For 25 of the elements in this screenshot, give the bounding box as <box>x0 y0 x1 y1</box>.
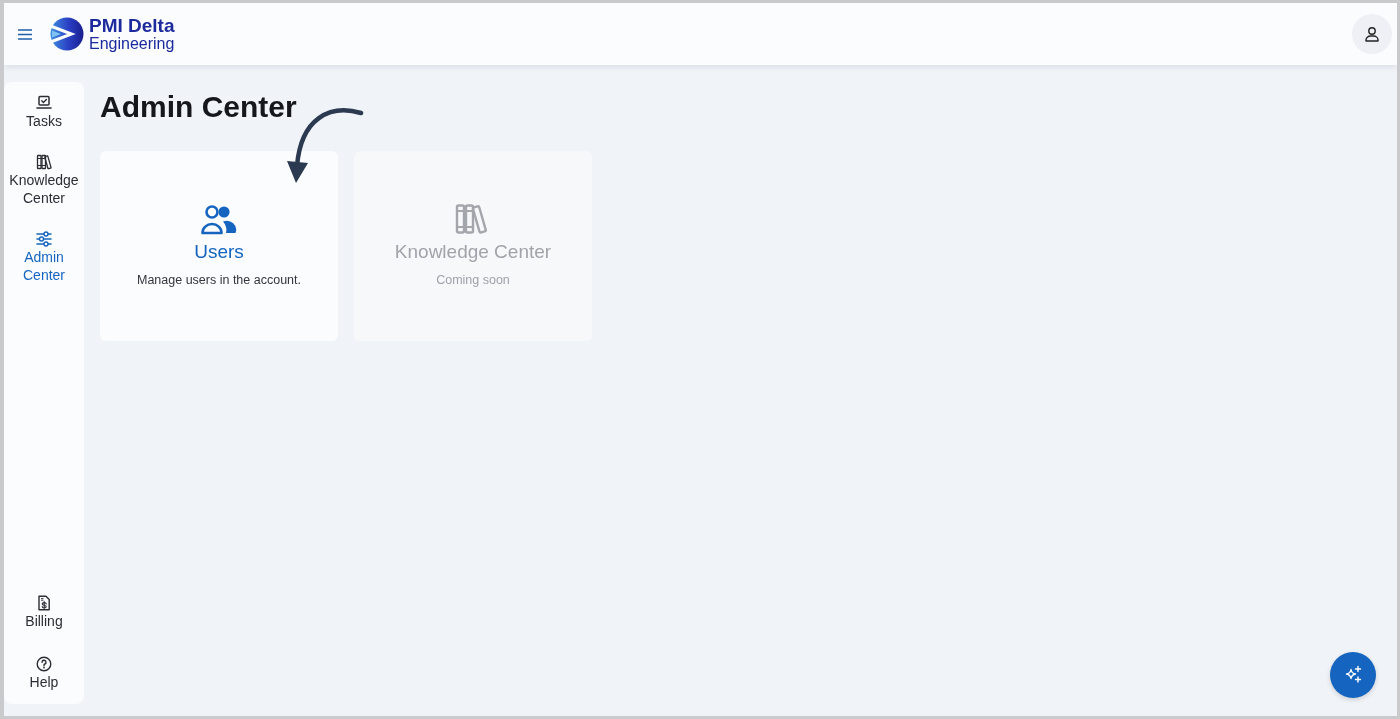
assistant-button[interactable] <box>1330 652 1376 698</box>
page-title: Admin Center <box>100 89 297 125</box>
logo-subtitle: Engineering <box>89 34 175 53</box>
sidebar-item[interactable]: Admin Center <box>5 231 83 284</box>
sidebar-item[interactable]: Help <box>5 656 83 691</box>
sidebar-item[interactable]: Billing <box>5 595 83 630</box>
sidebar-item[interactable]: Tasks <box>5 95 83 130</box>
sliders-icon <box>36 231 52 247</box>
users-icon <box>201 203 237 235</box>
sidebar-item[interactable]: Knowledge Center <box>5 154 83 207</box>
books-icon <box>36 154 52 170</box>
help-icon <box>36 656 52 672</box>
dollar-document-icon <box>36 595 52 611</box>
chevron-logo-icon <box>50 17 84 51</box>
person-icon <box>1364 26 1380 42</box>
menu-icon[interactable] <box>18 28 32 40</box>
laptop-check-icon <box>36 95 52 111</box>
sparkles-icon <box>1343 665 1363 685</box>
logo-title: PMI Delta <box>89 15 175 35</box>
card-description: Manage users in the account. <box>137 271 301 289</box>
card-title: Users <box>194 239 244 264</box>
card-description: Coming soon <box>436 271 510 289</box>
card-title: Knowledge Center <box>394 239 552 264</box>
profile-button[interactable] <box>1352 14 1392 54</box>
admin-card[interactable]: Users Manage users in the account. <box>100 151 338 341</box>
